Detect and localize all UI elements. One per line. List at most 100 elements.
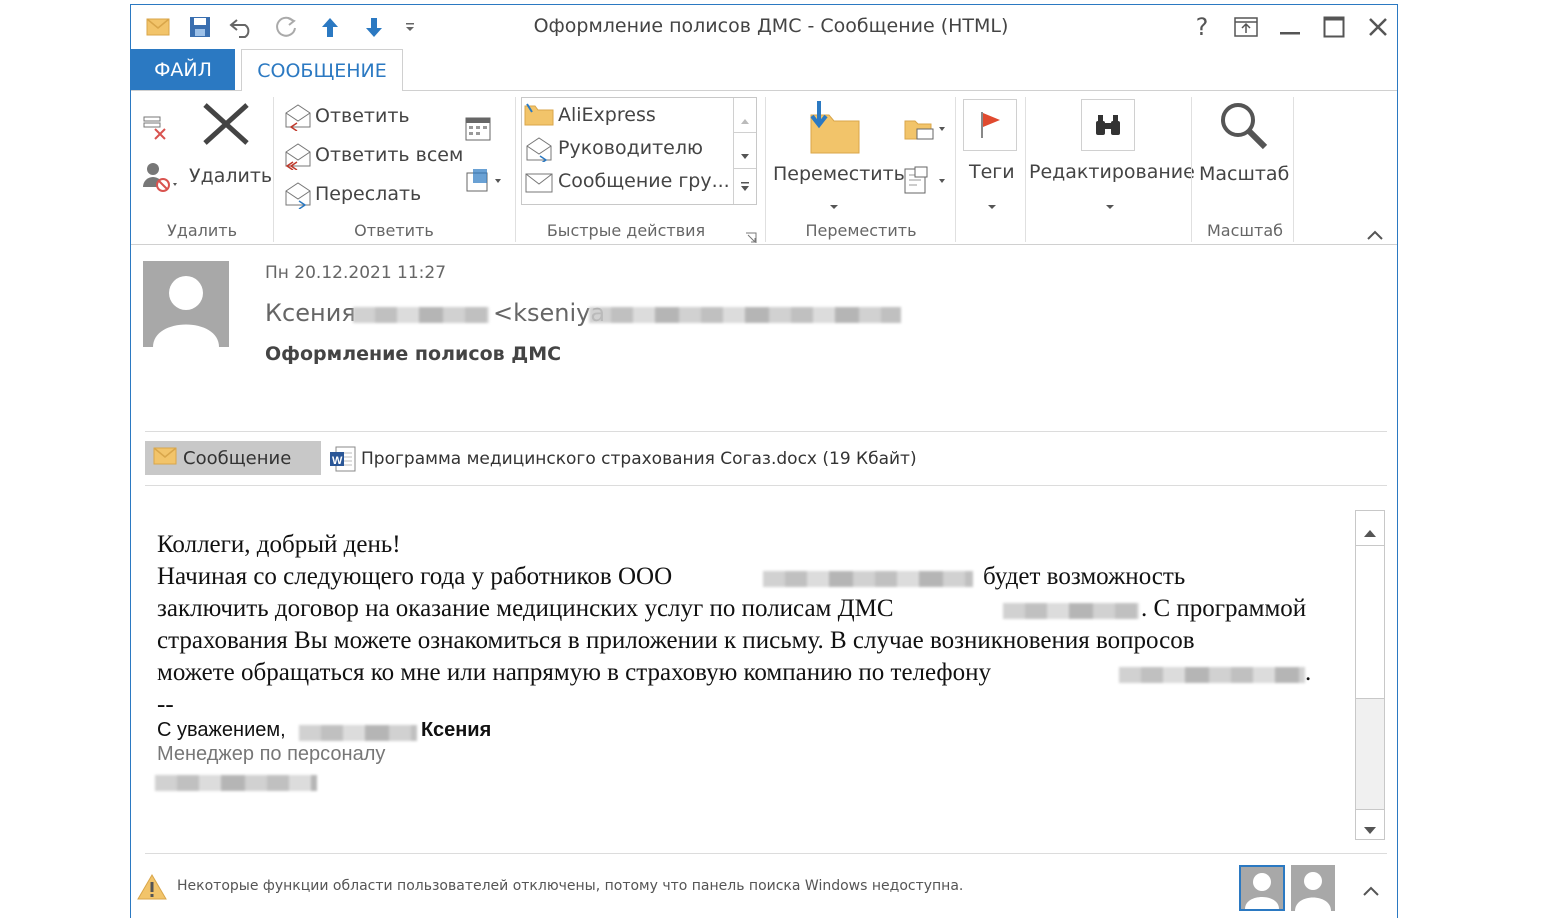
minimize-icon[interactable]	[1275, 13, 1305, 41]
window-title: Оформление полисов ДМС - Сообщение (HTML…	[533, 15, 1009, 37]
quick-step-item[interactable]: Сообщение гру...	[558, 170, 730, 192]
forward-button[interactable]: Переслать	[315, 183, 421, 205]
maximize-icon[interactable]	[1319, 13, 1349, 41]
quick-steps-scrollbar[interactable]	[733, 98, 756, 204]
body-scrollbar[interactable]	[1355, 510, 1385, 840]
delete-button[interactable]: Удалить	[189, 165, 272, 187]
team-email-icon	[524, 170, 554, 198]
outlook-message-window: Оформление полисов ДМС - Сообщение (HTML…	[130, 4, 1398, 918]
group-separator	[765, 97, 766, 242]
redacted-phone	[1119, 667, 1305, 683]
scroll-down-icon[interactable]	[1363, 821, 1377, 840]
body-line: .	[1305, 659, 1312, 686]
quick-steps-gallery: AliExpress Руководителю Сообщение гру...	[521, 97, 757, 205]
group-separator	[1293, 97, 1294, 242]
body-line: . С программой	[1141, 595, 1307, 622]
signature-separator: --	[157, 691, 174, 718]
reply-icon	[283, 103, 313, 135]
undo-icon[interactable]	[229, 15, 255, 39]
person-avatar-icon[interactable]	[1291, 865, 1335, 911]
chevron-down-icon	[987, 195, 997, 214]
group-label-delete: Удалить	[167, 221, 237, 240]
chevron-down-icon	[1105, 195, 1115, 214]
body-line: можете обращаться ко мне или напрямую в …	[157, 659, 992, 686]
title-bar: Оформление полисов ДМС - Сообщение (HTML…	[131, 5, 1397, 49]
redacted-sender-surname	[353, 307, 489, 323]
body-line: Начиная со следующего года у работников …	[157, 563, 673, 590]
reply-all-icon	[283, 142, 313, 174]
group-separator	[515, 97, 516, 242]
more-respond-icon[interactable]	[465, 167, 505, 199]
zoom-magnifier-icon[interactable]	[1217, 99, 1271, 157]
customize-qat-icon[interactable]	[397, 15, 423, 39]
forward-icon	[283, 181, 313, 213]
actions-icon[interactable]	[903, 165, 947, 199]
envelope-icon[interactable]	[145, 15, 171, 39]
quick-step-item[interactable]: Руководителю	[558, 137, 703, 159]
scroll-thumb[interactable]	[1356, 545, 1384, 699]
group-label-quick-steps: Быстрые действия	[546, 221, 706, 240]
to-manager-icon	[524, 136, 554, 166]
editing-button[interactable]: Редактирование	[1029, 161, 1195, 183]
redo-icon[interactable]	[273, 15, 299, 39]
warning-icon	[137, 873, 167, 905]
dialog-launcher-icon[interactable]	[745, 229, 757, 248]
divider	[145, 431, 1387, 432]
group-separator	[1191, 97, 1192, 242]
ribbon-display-options-icon[interactable]	[1231, 13, 1261, 41]
chevron-down-icon	[829, 195, 839, 214]
scroll-up-icon[interactable]	[740, 110, 750, 129]
tab-message[interactable]: СООБЩЕНИЕ	[241, 49, 403, 91]
divider	[145, 853, 1387, 854]
save-icon[interactable]	[187, 15, 213, 39]
redacted-company-name	[155, 775, 317, 791]
quick-step-item[interactable]: AliExpress	[558, 104, 656, 126]
tags-button[interactable]: Теги	[969, 161, 1015, 183]
help-button[interactable]: ?	[1187, 13, 1217, 41]
envelope-icon	[153, 446, 177, 470]
more-quick-steps-icon[interactable]	[740, 178, 750, 197]
message-tab-label: Сообщение	[183, 447, 292, 469]
message-date: Пн 20.12.2021 11:27	[265, 263, 447, 283]
group-separator	[273, 97, 274, 242]
flag-icon[interactable]	[963, 99, 1017, 151]
group-label-zoom: Масштаб	[1206, 221, 1284, 240]
redacted-insurer	[1003, 603, 1139, 619]
tab-file[interactable]: ФАЙЛ	[131, 49, 235, 91]
move-button[interactable]: Переместить	[773, 163, 905, 185]
attachment-file[interactable]: Программа медицинского страхования Согаз…	[361, 449, 917, 469]
reply-button[interactable]: Ответить	[315, 105, 410, 127]
word-doc-icon: W	[329, 445, 357, 477]
meeting-icon[interactable]	[465, 115, 491, 145]
message-tab-button[interactable]: Сообщение	[145, 441, 321, 475]
scroll-up-icon[interactable]	[1363, 523, 1377, 542]
close-icon[interactable]	[1363, 13, 1393, 41]
redacted-surname	[299, 725, 417, 741]
folder-icon	[524, 102, 554, 130]
sender-name[interactable]: Ксения	[265, 299, 356, 327]
zoom-button[interactable]: Масштаб	[1199, 163, 1289, 185]
signature-name: Ксения	[421, 719, 492, 741]
next-item-icon[interactable]	[361, 15, 387, 39]
svg-text:W: W	[332, 455, 343, 467]
signature-regards: С уважением,	[157, 719, 286, 741]
collapse-ribbon-icon[interactable]	[1367, 225, 1383, 244]
rules-icon[interactable]	[903, 115, 947, 147]
scroll-track[interactable]	[1356, 699, 1384, 809]
ignore-icon[interactable]	[141, 113, 169, 145]
group-label-respond: Ответить	[354, 221, 434, 240]
group-separator	[955, 97, 956, 242]
reply-all-button[interactable]: Ответить всем	[315, 144, 463, 166]
binoculars-icon[interactable]	[1081, 99, 1135, 151]
body-line: страхования Вы можете ознакомиться в при…	[157, 627, 1195, 654]
delete-icon[interactable]	[201, 101, 251, 151]
junk-icon[interactable]	[141, 159, 181, 197]
person-avatar-icon[interactable]	[1239, 865, 1285, 911]
group-label-move: Переместить	[805, 221, 917, 240]
previous-item-icon[interactable]	[317, 15, 343, 39]
expand-people-pane-icon[interactable]	[1363, 881, 1379, 900]
divider	[1356, 809, 1384, 810]
group-separator	[1025, 97, 1026, 242]
body-line: заключить договор на оказание медицински…	[157, 595, 894, 622]
scroll-down-icon[interactable]	[740, 146, 750, 165]
